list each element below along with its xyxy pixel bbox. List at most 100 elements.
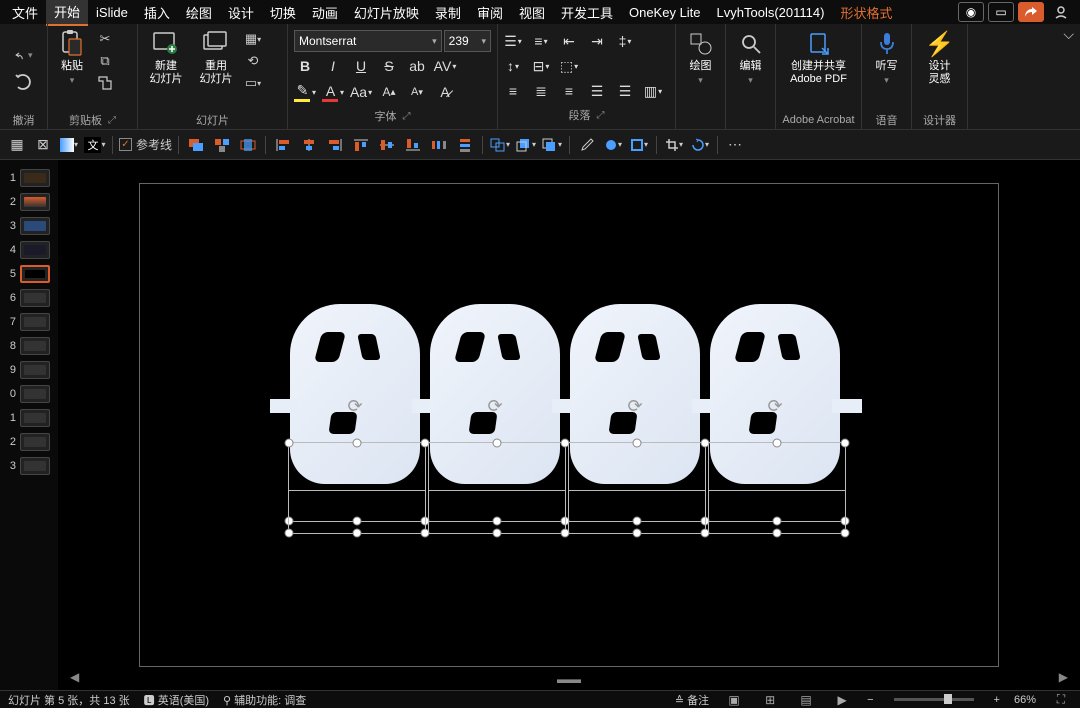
align-right-icon[interactable] [324,134,346,156]
clear-format-button[interactable]: A̷ [434,81,456,103]
menu-onekey[interactable]: OneKey Lite [621,2,709,23]
thumbnail-3[interactable]: 3 [0,214,58,238]
shrink-font-button[interactable]: A▾ [406,81,428,103]
thumbnail-13[interactable]: 3 [0,454,58,478]
zoom-out-button[interactable]: − [867,694,873,706]
fit-window-icon[interactable]: ⛶ [1050,693,1072,707]
section-icon[interactable]: ▭▾ [244,74,262,92]
qat-close-icon[interactable]: ⊠ [32,134,54,156]
record-circle-icon[interactable]: ◉ [958,2,984,22]
zoom-slider[interactable] [894,698,974,701]
menu-lvyh[interactable]: LvyhTools(201114) [709,2,833,23]
guides-checkbox[interactable]: ✓ 参考线 [119,136,172,153]
thumbnail-5[interactable]: 5 [0,262,58,286]
send-backward-icon[interactable]: ▾ [541,134,563,156]
char-spacing-button[interactable]: AV▾ [434,55,456,77]
selection-box[interactable] [428,490,566,534]
align-right-button[interactable]: ≡ [558,80,580,102]
menu-islide[interactable]: iSlide [88,2,136,23]
align-middle-icon[interactable] [376,134,398,156]
selection-box[interactable] [568,490,706,534]
indent-inc-button[interactable]: ⇥ [586,30,608,52]
scroll-thumb[interactable]: ▬▬ [551,670,587,688]
selection-box[interactable] [708,490,846,534]
align-tool-2[interactable] [211,134,233,156]
distribute-h-icon[interactable] [428,134,450,156]
collapse-ribbon-button[interactable]: ⌵ [1057,24,1080,45]
shape-fill-icon[interactable]: ▾ [602,134,624,156]
zoom-level[interactable]: 66% [1014,694,1036,706]
selection-box[interactable] [288,490,426,534]
align-tool-3[interactable] [237,134,259,156]
justify-button[interactable]: ☰ [586,80,608,102]
menu-file[interactable]: 文件 [4,0,46,25]
cut-icon[interactable]: ✂ [96,30,114,48]
menu-transition[interactable]: 切换 [262,0,304,25]
slide-thumbnails[interactable]: 1 2 3 4 5 6 7 8 9 0 1 2 3 [0,160,58,690]
paste-button[interactable]: 粘贴 ▾ [52,28,92,88]
notes-button[interactable]: ≙ 备注 [675,692,709,708]
align-bottom-icon[interactable] [402,134,424,156]
shadow-button[interactable]: ab [406,55,428,77]
thumbnail-12[interactable]: 2 [0,430,58,454]
language-indicator[interactable]: 🅻 英语(美国) [144,692,209,708]
grow-font-button[interactable]: A▴ [378,81,400,103]
account-icon[interactable] [1048,2,1074,22]
font-size-combo[interactable]: 239▾ [444,30,491,52]
qat-save-icon[interactable]: ▦ [6,134,28,156]
italic-button[interactable]: I [322,55,344,77]
thumbnail-1[interactable]: 1 [0,166,58,190]
drawing-button[interactable]: 绘图 ▾ [681,28,721,88]
underline-button[interactable]: U [350,55,372,77]
thumbnail-8[interactable]: 8 [0,334,58,358]
scroll-left-icon[interactable]: ◀ [64,668,85,686]
thumbnail-9[interactable]: 9 [0,358,58,382]
font-color-button[interactable]: A▾ [322,81,344,103]
menu-slideshow[interactable]: 幻灯片放映 [346,0,427,25]
menu-view[interactable]: 视图 [511,0,553,25]
thumbnail-4[interactable]: 4 [0,238,58,262]
menu-home[interactable]: 开始 [46,0,88,26]
menu-draw[interactable]: 绘图 [178,0,220,25]
menu-animation[interactable]: 动画 [304,0,346,25]
line-spacing-button[interactable]: ‡▾ [614,30,636,52]
rotate-icon[interactable]: ▾ [689,134,711,156]
clipboard-launcher[interactable]: ⤢ [108,115,116,126]
bullets-button[interactable]: ☰▾ [502,30,524,52]
text-direction-button[interactable]: ↕▾ [502,55,524,77]
align-center-button[interactable]: ≣ [530,80,552,102]
thumbnail-7[interactable]: 7 [0,310,58,334]
strike-button[interactable]: S [378,55,400,77]
adobe-pdf-button[interactable]: 创建并共享 Adobe PDF [784,28,853,88]
dictate-button[interactable]: 听写 ▾ [867,28,907,88]
undo-button[interactable]: ▾ [15,47,33,65]
accessibility-indicator[interactable]: ⚲ 辅助功能: 调查 [223,692,306,708]
menu-design[interactable]: 设计 [220,0,262,25]
shape-outline-icon[interactable]: ▾ [628,134,650,156]
bring-forward-icon[interactable]: ▾ [515,134,537,156]
distribute-v-icon[interactable] [454,134,476,156]
qat-color-icon[interactable]: ▾ [58,134,80,156]
more-icon[interactable]: ⋯ [724,134,746,156]
align-left-button[interactable]: ≡ [502,80,524,102]
distribute-button[interactable]: ☰ [614,80,636,102]
numbering-button[interactable]: ≡▾ [530,30,552,52]
thumbnail-6[interactable]: 6 [0,286,58,310]
thumbnail-11[interactable]: 1 [0,406,58,430]
menu-review[interactable]: 审阅 [469,0,511,25]
scroll-right-icon[interactable]: ▶ [1053,668,1074,686]
font-name-combo[interactable]: Montserrat▾ [294,30,442,52]
current-slide[interactable]: ⟳ ⟳ ⟳ [139,183,999,667]
align-text-button[interactable]: ⊟▾ [530,55,552,77]
columns-button[interactable]: ▥▾ [642,80,664,102]
zoom-in-button[interactable]: + [994,694,1000,706]
copy-icon[interactable]: ⧉ [96,52,114,70]
change-case-button[interactable]: Aa▾ [350,81,372,103]
layout-icon[interactable]: ▦▾ [244,30,262,48]
align-tool-1[interactable] [185,134,207,156]
bold-button[interactable]: B [294,55,316,77]
selected-shapes-group[interactable]: ⟳ ⟳ ⟳ [290,304,850,524]
present-icon[interactable]: ▭ [988,2,1014,22]
align-left-icon[interactable] [272,134,294,156]
align-center-h-icon[interactable] [298,134,320,156]
